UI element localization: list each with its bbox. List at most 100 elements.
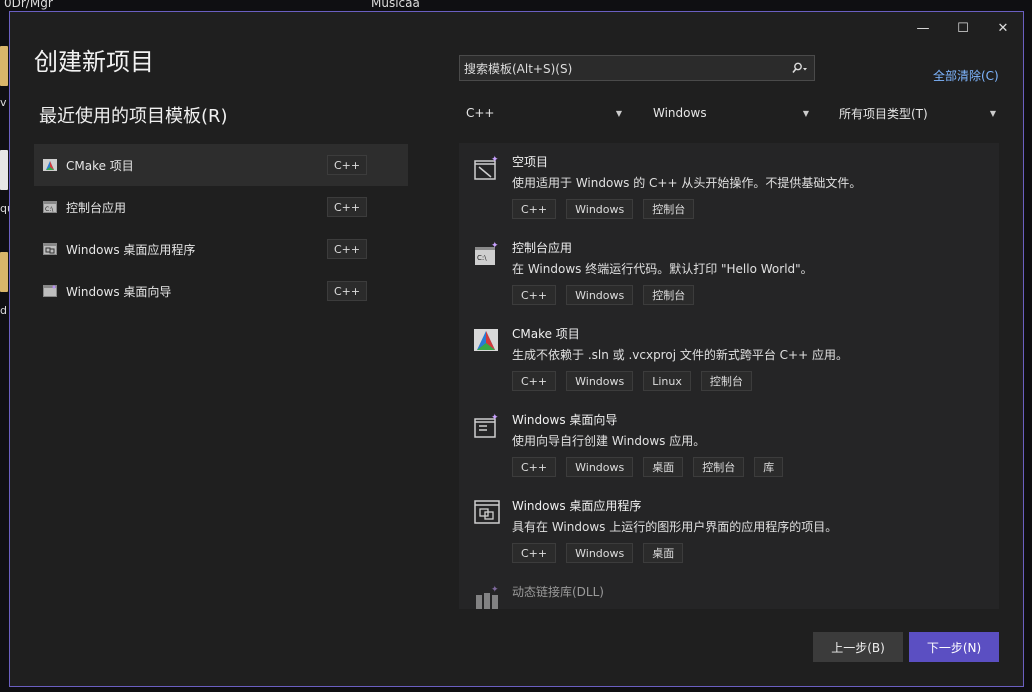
template-name: 控制台应用 xyxy=(512,241,573,255)
svg-text:✦: ✦ xyxy=(491,585,499,595)
page-title: 创建新项目 xyxy=(34,48,154,76)
dll-icon: ✦ xyxy=(476,585,499,609)
tag: 桌面 xyxy=(643,457,684,477)
template-description: 使用向导自行创建 Windows 应用。 xyxy=(512,434,706,448)
chevron-down-icon: ▼ xyxy=(989,108,996,118)
tag: 库 xyxy=(754,457,784,477)
recent-templates-list: CMake 项目 C++ C:\ 控制台应用 C++ Windows 桌面应用程… xyxy=(34,144,408,312)
search-icon[interactable] xyxy=(784,56,814,80)
tag: Windows xyxy=(566,285,634,305)
template-tags: C++ Windows Linux 控制台 xyxy=(512,371,762,391)
template-description: 在 Windows 终端运行代码。默认打印 "Hello World"。 xyxy=(512,262,813,276)
project-type-filter-value: 所有项目类型(T) xyxy=(839,106,928,121)
desktop-app-icon xyxy=(474,500,500,524)
tag: Windows xyxy=(566,371,634,391)
wizard-icon xyxy=(43,285,57,297)
desktop-label-left: 0Dr/Mgr xyxy=(4,0,53,10)
recent-item-label: CMake 项目 xyxy=(66,158,134,173)
minimize-button[interactable]: — xyxy=(903,12,943,44)
language-filter-dropdown[interactable]: C++ ▼ xyxy=(466,102,622,124)
template-name: Windows 桌面应用程序 xyxy=(512,499,642,513)
template-cmake-project[interactable]: CMake 项目 生成不依赖于 .sln 或 .vcxproj 文件的新式跨平台… xyxy=(459,315,999,401)
svg-text:✦: ✦ xyxy=(491,155,499,165)
svg-text:C:\: C:\ xyxy=(477,254,487,262)
recent-item-label: Windows 桌面应用程序 xyxy=(66,242,196,257)
clear-all-link[interactable]: 全部清除(C) xyxy=(933,67,999,84)
tag: Linux xyxy=(643,371,691,391)
recent-item-wizard[interactable]: Windows 桌面向导 C++ xyxy=(34,270,408,312)
platform-filter-dropdown[interactable]: Windows ▼ xyxy=(653,102,809,124)
maximize-button[interactable]: ☐ xyxy=(943,12,983,44)
template-description: 具有在 Windows 上运行的图形用户界面的应用程序的项目。 xyxy=(512,520,838,534)
tag: Windows xyxy=(566,199,634,219)
template-desktop-app[interactable]: Windows 桌面应用程序 具有在 Windows 上运行的图形用户界面的应用… xyxy=(459,487,999,573)
tag: 控制台 xyxy=(693,457,745,477)
templates-scrollbar[interactable] xyxy=(987,143,999,609)
template-tags: C++ Windows 桌面 控制台 库 xyxy=(512,457,793,477)
template-empty-project[interactable]: ✦ 空项目 使用适用于 Windows 的 C++ 从头开始操作。不提供基础文件… xyxy=(459,143,999,229)
search-box[interactable]: 搜索模板(Alt+S)(S) xyxy=(459,55,815,81)
recent-item-desktop-app[interactable]: Windows 桌面应用程序 C++ xyxy=(34,228,408,270)
tag: 控制台 xyxy=(643,199,695,219)
template-name: Windows 桌面向导 xyxy=(512,413,618,427)
language-tag: C++ xyxy=(327,281,367,301)
desktop-text-3: d xyxy=(0,304,7,317)
template-dll[interactable]: ✦ 动态链接库(DLL) xyxy=(459,573,999,609)
desktop-text-1: v xyxy=(0,96,7,109)
tag: C++ xyxy=(512,457,557,477)
create-project-window: — ☐ ✕ 创建新项目 最近使用的项目模板(R) CMake 项目 C++ C:… xyxy=(9,11,1024,687)
tag: 控制台 xyxy=(700,371,752,391)
recent-item-console[interactable]: C:\ 控制台应用 C++ xyxy=(34,186,408,228)
tag: C++ xyxy=(512,199,557,219)
svg-text:C:\: C:\ xyxy=(45,206,54,213)
desktop-folder-icon[interactable] xyxy=(0,46,8,86)
cmake-icon xyxy=(43,159,57,171)
wizard-icon: ✦ xyxy=(474,413,499,438)
language-tag: C++ xyxy=(327,197,367,217)
recent-item-label: Windows 桌面向导 xyxy=(66,284,172,299)
template-tags: C++ Windows 桌面 xyxy=(512,543,693,563)
template-description: 生成不依赖于 .sln 或 .vcxproj 文件的新式跨平台 C++ 应用。 xyxy=(512,348,848,362)
empty-project-icon: ✦ xyxy=(474,155,499,180)
chevron-down-icon: ▼ xyxy=(802,108,809,118)
tag: 控制台 xyxy=(643,285,695,305)
template-desktop-wizard[interactable]: ✦ Windows 桌面向导 使用向导自行创建 Windows 应用。 C++ … xyxy=(459,401,999,487)
back-button[interactable]: 上一步(B) xyxy=(813,632,903,662)
tag: C++ xyxy=(512,371,557,391)
template-tags: C++ Windows 控制台 xyxy=(512,199,704,219)
template-name: 空项目 xyxy=(512,155,549,169)
desktop-app-icon xyxy=(43,243,57,255)
chevron-down-icon: ▼ xyxy=(615,108,622,118)
cmake-icon xyxy=(474,329,498,351)
platform-filter-value: Windows xyxy=(653,106,707,120)
console-icon: C:\ ✦ xyxy=(475,241,499,265)
svg-text:✦: ✦ xyxy=(491,241,499,251)
console-icon: C:\ xyxy=(43,201,57,213)
recent-item-label: 控制台应用 xyxy=(66,200,127,215)
search-input[interactable]: 搜索模板(Alt+S)(S) xyxy=(464,60,784,77)
tag: Windows xyxy=(566,457,634,477)
template-name: 动态链接库(DLL) xyxy=(512,585,604,599)
desktop-folder-icon[interactable] xyxy=(0,252,8,292)
window-controls: — ☐ ✕ xyxy=(903,12,1023,44)
language-tag: C++ xyxy=(327,155,367,175)
close-button[interactable]: ✕ xyxy=(983,12,1023,44)
template-name: CMake 项目 xyxy=(512,327,580,341)
tag: C++ xyxy=(512,543,557,563)
next-button[interactable]: 下一步(N) xyxy=(909,632,999,662)
recent-templates-heading: 最近使用的项目模板(R) xyxy=(39,106,228,127)
desktop-label-center: Musicaa xyxy=(371,0,420,10)
templates-list[interactable]: ✦ 空项目 使用适用于 Windows 的 C++ 从头开始操作。不提供基础文件… xyxy=(459,143,999,609)
template-description: 使用适用于 Windows 的 C++ 从头开始操作。不提供基础文件。 xyxy=(512,176,862,190)
svg-text:✦: ✦ xyxy=(491,413,499,423)
desktop-file-icon[interactable] xyxy=(0,150,8,190)
language-filter-value: C++ xyxy=(466,106,495,120)
tag: C++ xyxy=(512,285,557,305)
recent-item-cmake[interactable]: CMake 项目 C++ xyxy=(34,144,408,186)
project-type-filter-dropdown[interactable]: 所有项目类型(T) ▼ xyxy=(839,102,996,124)
tag: 桌面 xyxy=(643,543,684,563)
language-tag: C++ xyxy=(327,239,367,259)
tag: Windows xyxy=(566,543,634,563)
template-console-app[interactable]: C:\ ✦ 控制台应用 在 Windows 终端运行代码。默认打印 "Hello… xyxy=(459,229,999,315)
template-tags: C++ Windows 控制台 xyxy=(512,285,704,305)
